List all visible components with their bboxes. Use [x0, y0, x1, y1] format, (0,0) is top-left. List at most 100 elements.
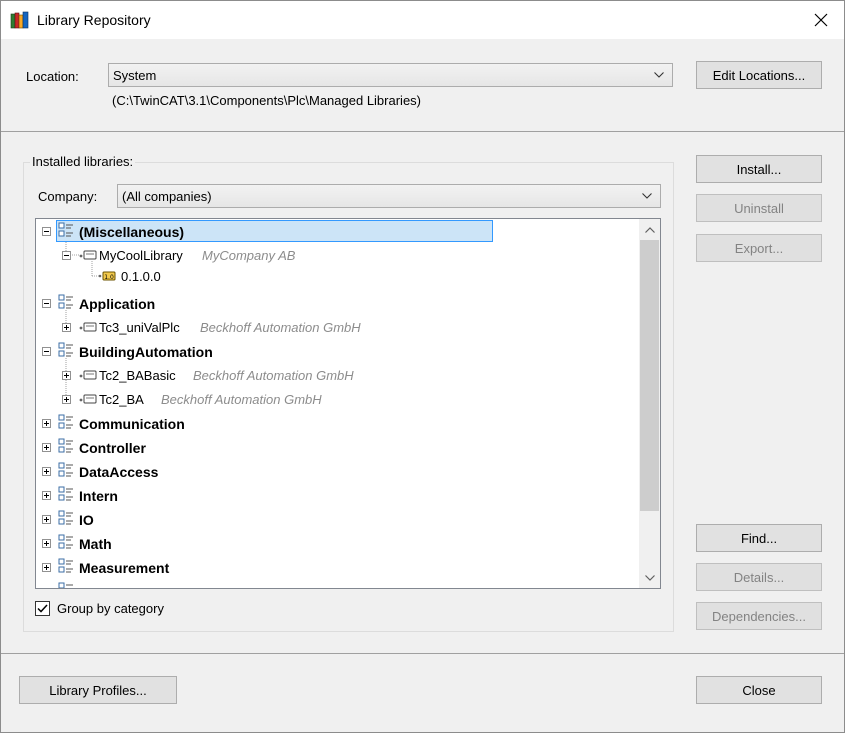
category-icon — [58, 558, 73, 573]
category-icon — [58, 342, 73, 357]
category-icon — [58, 486, 73, 501]
tree-node-measurement[interactable]: Measurement — [36, 556, 496, 580]
tree-node-application[interactable]: Application — [36, 292, 496, 316]
library-icon — [79, 250, 97, 260]
category-icon — [58, 414, 73, 429]
collapse-icon — [42, 347, 51, 356]
expand-icon — [42, 563, 51, 572]
find-button[interactable]: Find... — [696, 524, 822, 552]
close-icon — [814, 13, 828, 27]
tree-node-io[interactable]: IO — [36, 508, 496, 532]
close-button[interactable]: Close — [696, 676, 822, 704]
tree-node-math[interactable]: Math — [36, 532, 496, 556]
version-icon: 1.0 — [98, 271, 116, 281]
location-panel: Location: System (C:\TwinCAT\3.1\Compone… — [1, 39, 844, 132]
library-profiles-button[interactable]: Library Profiles... — [19, 676, 177, 704]
tree-node-buildingautomation[interactable]: BuildingAutomation — [36, 340, 496, 364]
chevron-down-icon — [654, 72, 664, 78]
tree-node-tc2-babasic[interactable]: Tc2_BABasic Beckhoff Automation GmbH — [36, 364, 496, 388]
collapse-icon — [42, 227, 51, 236]
tree-node-label: Math — [79, 536, 112, 552]
uninstall-button[interactable]: Uninstall — [696, 194, 822, 222]
library-icon — [79, 322, 97, 332]
category-icon — [58, 222, 73, 237]
expand-icon — [42, 467, 51, 476]
scroll-down-button[interactable] — [639, 567, 660, 588]
expand-icon — [62, 371, 71, 380]
tree-node-label: Communication — [79, 416, 185, 432]
dependencies-button[interactable]: Dependencies... — [696, 602, 822, 630]
checkmark-icon — [37, 604, 48, 613]
tree-node-miscellaneous[interactable]: (Miscellaneous) — [36, 220, 496, 244]
location-combobox[interactable]: System — [108, 63, 673, 87]
tree-node-label: Controller — [79, 440, 146, 456]
group-by-category-checkbox[interactable] — [35, 601, 50, 616]
library-version: 0.1.0.0 — [121, 269, 161, 284]
expand-icon — [42, 443, 51, 452]
category-icon — [58, 438, 73, 453]
location-value: System — [113, 68, 157, 83]
collapse-icon — [42, 299, 51, 308]
expand-icon — [42, 491, 51, 500]
library-repository-dialog: Library Repository Location: System (C:\… — [0, 0, 845, 733]
tree-node-label: (Miscellaneous) — [79, 224, 185, 240]
installed-libraries-title: Installed libraries: — [30, 154, 136, 169]
category-icon — [58, 534, 73, 549]
tree-node-version[interactable]: 1.0 0.1.0.0 — [36, 265, 496, 289]
tree-node-tc3-univalplc[interactable]: Tc3_uniValPlc Beckhoff Automation GmbH — [36, 316, 496, 340]
expand-icon — [42, 539, 51, 548]
dialog-footer: Library Profiles... Close — [1, 655, 844, 732]
category-icon — [58, 582, 73, 588]
svg-text:1.0: 1.0 — [104, 274, 114, 281]
details-button[interactable]: Details... — [696, 563, 822, 591]
library-company: MyCompany AB — [202, 248, 296, 263]
expand-icon — [42, 515, 51, 524]
chevron-down-icon — [644, 574, 655, 581]
expand-icon — [62, 323, 71, 332]
company-value: (All companies) — [122, 189, 212, 204]
tree-node-label: IO — [79, 512, 94, 528]
export-button[interactable]: Export... — [696, 234, 822, 262]
library-company: Beckhoff Automation GmbH — [200, 320, 361, 335]
install-button[interactable]: Install... — [696, 155, 822, 183]
library-icon — [79, 394, 97, 404]
tree-node-communication[interactable]: Communication — [36, 412, 496, 436]
tree-node-label: DataAccess — [79, 464, 159, 480]
company-combobox[interactable]: (All companies) — [117, 184, 661, 208]
chevron-up-icon — [644, 226, 655, 233]
library-name: Tc2_BABasic — [99, 368, 176, 383]
tree-vertical-scrollbar[interactable] — [639, 219, 660, 588]
library-name: MyCoolLibrary — [99, 248, 183, 263]
library-company: Beckhoff Automation GmbH — [193, 368, 354, 383]
expand-icon — [42, 419, 51, 428]
edit-locations-button[interactable]: Edit Locations... — [696, 61, 822, 89]
library-tree[interactable]: (Miscellaneous) MyCoolLibrary MyCompany … — [35, 218, 661, 589]
collapse-icon — [62, 251, 71, 260]
library-name: Tc2_BA — [99, 392, 144, 407]
library-company: Beckhoff Automation GmbH — [161, 392, 322, 407]
expand-icon — [62, 395, 71, 404]
tree-node-label: BuildingAutomation — [79, 344, 213, 360]
location-path: (C:\TwinCAT\3.1\Components\Plc\Managed L… — [112, 93, 421, 108]
title-bar: Library Repository — [1, 1, 844, 39]
window-title: Library Repository — [37, 12, 151, 28]
library-name: Tc3_uniValPlc — [99, 320, 180, 335]
location-label: Location: — [26, 69, 79, 84]
tree-node-label: Application — [79, 296, 156, 312]
tree-node-tc2-ba[interactable]: Tc2_BA Beckhoff Automation GmbH — [36, 388, 496, 412]
tree-node-label: Measurement — [79, 560, 170, 576]
tree-node-dataaccess[interactable]: DataAccess — [36, 460, 496, 484]
library-books-icon — [10, 11, 29, 29]
group-by-category-label: Group by category — [57, 601, 164, 616]
scroll-thumb[interactable] — [640, 240, 659, 511]
category-icon — [58, 294, 73, 309]
tree-node-label: Intern — [79, 488, 118, 504]
tree-node-controller[interactable]: Controller — [36, 436, 496, 460]
scroll-up-button[interactable] — [639, 219, 660, 240]
tree-node-intern[interactable]: Intern — [36, 484, 496, 508]
library-icon — [79, 370, 97, 380]
category-icon — [58, 462, 73, 477]
category-icon — [58, 510, 73, 525]
company-label: Company: — [38, 189, 98, 204]
close-window-button[interactable] — [798, 1, 844, 39]
